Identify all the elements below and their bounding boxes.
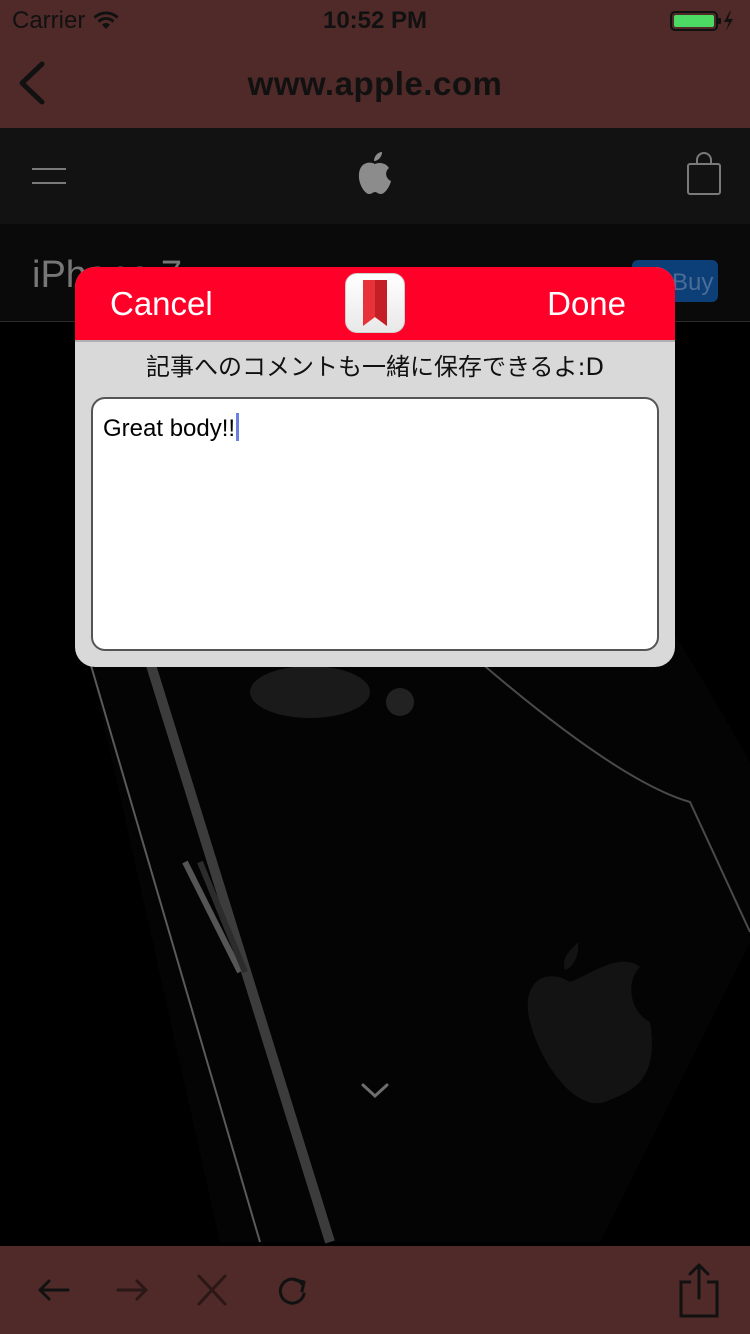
scroll-down-chevron-icon[interactable] — [360, 1082, 390, 1100]
hamburger-menu-icon[interactable] — [32, 166, 66, 186]
navigation-bar: www.apple.com — [0, 40, 750, 128]
status-time: 10:52 PM — [322, 7, 428, 34]
done-button[interactable]: Done — [547, 285, 626, 323]
app-icon — [345, 273, 405, 333]
dialog-header: Cancel Done — [75, 267, 675, 340]
dialog-message: 記事へのコメントも一緒に保存できるよ:D — [145, 353, 605, 381]
comment-textarea[interactable]: Great body!! — [91, 397, 659, 651]
dialog-divider — [75, 340, 675, 342]
browser-top-chrome: Carrier 10:52 PM www.apple.com — [0, 0, 750, 128]
status-bar: Carrier 10:52 PM — [0, 0, 750, 40]
comment-text: Great body!! — [103, 415, 236, 442]
site-header — [0, 128, 750, 224]
forward-arrow-icon[interactable] — [112, 1272, 152, 1308]
battery-icon — [670, 11, 733, 31]
share-icon[interactable] — [676, 1262, 722, 1318]
text-caret — [236, 413, 240, 441]
bookmark-ribbon-icon — [363, 280, 387, 326]
browser-toolbar — [0, 1246, 750, 1334]
apple-logo-icon[interactable] — [356, 150, 394, 196]
shopping-bag-icon[interactable] — [686, 152, 722, 196]
reload-icon[interactable] — [272, 1272, 312, 1308]
comment-dialog: Cancel Done 記事へのコメントも一緒に保存できるよ:D Great b… — [75, 267, 675, 667]
page-url-title: www.apple.com — [247, 65, 503, 102]
cancel-button[interactable]: Cancel — [110, 285, 213, 323]
stop-icon[interactable] — [192, 1272, 232, 1308]
back-arrow-icon[interactable] — [34, 1272, 74, 1308]
